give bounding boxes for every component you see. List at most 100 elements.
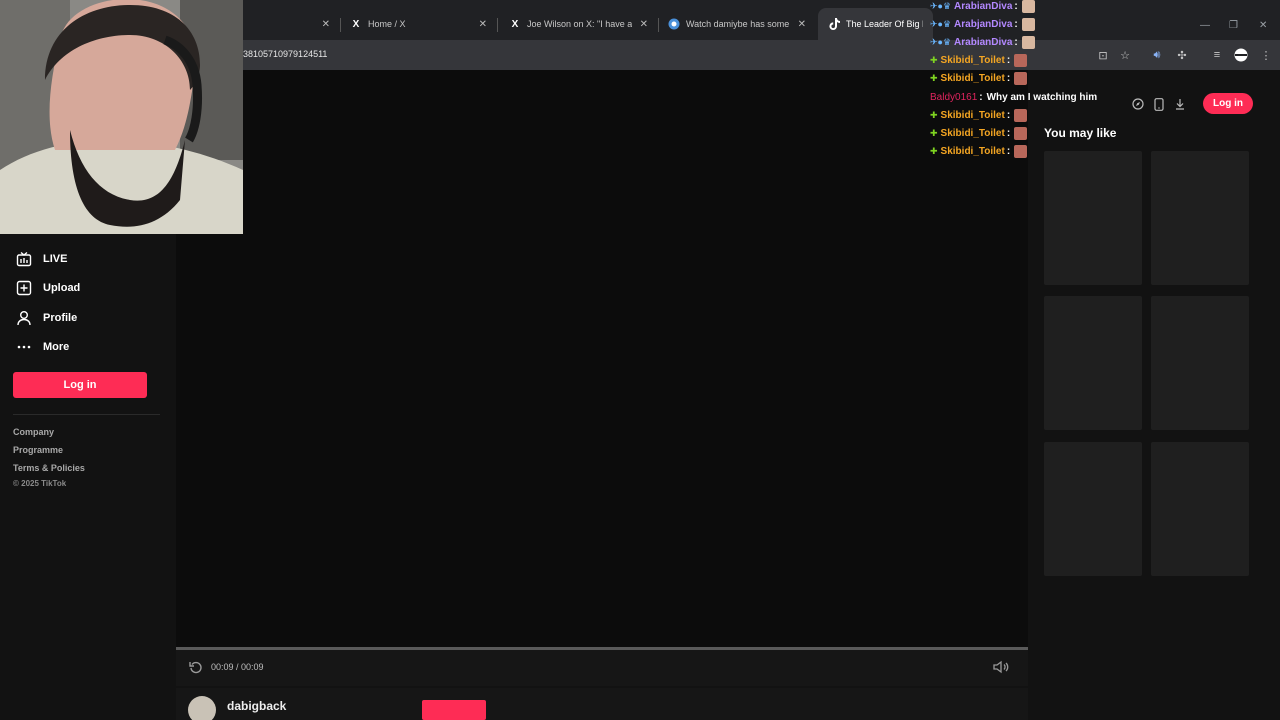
header-login-button[interactable]: Log in (1203, 93, 1253, 114)
chat-badges-icon: ✚ (930, 54, 938, 65)
close-tab-icon[interactable]: ✕ (798, 19, 806, 30)
bookmark-star-icon[interactable]: ☆ (1118, 48, 1132, 62)
tab-title: Home / X (368, 19, 406, 29)
browser-menu-icon[interactable]: ⋮ (1259, 48, 1273, 62)
video-info-bar (176, 688, 1028, 720)
more-dots-icon (17, 345, 31, 349)
sidebar-item-upload[interactable]: Upload (16, 280, 80, 296)
suggested-video-thumbnail[interactable] (1044, 442, 1142, 576)
sidebar-item-label: More (43, 341, 70, 353)
volume-icon[interactable] (993, 660, 1009, 674)
chat-emote-icon (1021, 0, 1035, 13)
person-icon (17, 311, 31, 326)
chat-emote-icon (1021, 35, 1035, 49)
tab-title: The Leader Of Big Backs (846, 19, 923, 29)
browser-tab-1[interactable]: ✕ (243, 8, 340, 40)
install-app-icon[interactable]: ⊡ (1096, 48, 1110, 62)
chat-message: Baldy0161 : Why am I watching him (930, 91, 1098, 103)
footer-link-company[interactable]: Company (13, 427, 54, 437)
suggested-video-thumbnail[interactable] (1044, 296, 1142, 430)
chat-badges-icon: ✚ (930, 109, 938, 120)
chat-message: ✚ Skibidi_Toilet : (930, 70, 1028, 86)
copyright-text: © 2025 TikTok (13, 479, 67, 488)
webcam-overlay (0, 0, 243, 234)
video-time: 00:09 / 00:09 (211, 662, 264, 672)
chat-username: Skibidi_Toilet (940, 54, 1005, 66)
chat-message: ✈●♛ ArabianDiva : (930, 34, 1035, 50)
chat-username: Baldy0161 (930, 91, 978, 103)
chat-username: Skibidi_Toilet (940, 109, 1005, 121)
chat-badges-icon: ✚ (930, 72, 938, 83)
browser-tab-5-active[interactable]: The Leader Of Big Backs (818, 8, 933, 40)
chat-emote-icon (1014, 108, 1028, 122)
you-may-like-heading: You may like (1044, 126, 1117, 140)
stream-favicon-icon (668, 18, 680, 30)
chat-username: ArabjanDiva (954, 18, 1013, 30)
chat-emote-icon (1014, 71, 1028, 85)
video-player[interactable] (176, 70, 1028, 648)
suggested-video-thumbnail[interactable] (1151, 151, 1249, 285)
browser-tab-2[interactable]: X Home / X ✕ (340, 8, 497, 40)
get-app-phone-icon[interactable] (1152, 97, 1166, 111)
chat-username: Skibidi_Toilet (940, 145, 1005, 157)
screen: ✕ X Home / X ✕ X Joe Wilson on X: "I hav… (0, 0, 1280, 720)
x-logo-icon: X (352, 18, 360, 30)
player-controls (176, 650, 1028, 686)
chat-badges-icon: ✈●♛ (930, 0, 952, 11)
creator-username[interactable]: dabigback (227, 699, 286, 713)
creator-avatar[interactable] (188, 696, 216, 720)
chat-badges-icon: ✚ (930, 127, 938, 138)
explore-compass-icon[interactable] (1131, 97, 1145, 111)
sidebar-item-more[interactable]: More (16, 339, 69, 355)
chat-emote-icon (1014, 53, 1028, 67)
suggested-video-thumbnail[interactable] (1044, 151, 1142, 285)
sidebar-item-label: Profile (43, 312, 78, 324)
sidebar-divider (13, 414, 160, 415)
chat-message: ✚ Skibidi_Toilet : (930, 143, 1028, 159)
close-tab-icon[interactable]: ✕ (322, 19, 330, 30)
sidebar-item-profile[interactable]: Profile (16, 310, 77, 326)
close-window-icon[interactable]: ✕ (1259, 20, 1267, 31)
chat-badges-icon: ✈●♛ (930, 18, 952, 29)
tiktok-favicon-icon (828, 18, 840, 30)
chat-username: Skibidi_Toilet (940, 127, 1005, 139)
chat-message: ✚ Skibidi_Toilet : (930, 52, 1028, 68)
footer-link-programme[interactable]: Programme (13, 445, 63, 455)
tab-separator (497, 18, 498, 32)
tab-title: Joe Wilson on X: "I have always (527, 19, 632, 29)
maximize-icon[interactable]: ❐ (1229, 20, 1238, 31)
browser-tab-3[interactable]: X Joe Wilson on X: "I have always ✕ (499, 8, 658, 40)
browser-tab-4[interactable]: Watch damiybe has some word ✕ (658, 8, 816, 40)
upload-plus-icon (16, 280, 32, 296)
close-tab-icon[interactable]: ✕ (479, 19, 487, 30)
chat-emote-icon (1014, 126, 1028, 140)
tab-title: Watch damiybe has some word (686, 19, 790, 29)
extensions-puzzle-icon[interactable]: ✣ (1175, 48, 1189, 62)
chat-username: ArabianDiva (954, 36, 1013, 48)
footer-link-terms[interactable]: Terms & Policies (13, 463, 85, 473)
chat-emote-icon (1021, 17, 1035, 31)
sidebar-item-label: Upload (43, 282, 81, 294)
live-tv-icon (16, 251, 32, 267)
media-audio-icon[interactable]: 🔊︎ (1150, 48, 1164, 62)
minimize-icon[interactable]: — (1200, 20, 1210, 31)
reading-list-icon[interactable]: ≡ (1210, 48, 1224, 62)
sidebar-item-live[interactable]: LIVE (16, 251, 67, 267)
download-icon[interactable] (1173, 97, 1187, 111)
chat-message: ✚ Skibidi_Toilet : (930, 107, 1028, 123)
webcam-feed-image (0, 0, 243, 234)
url-text[interactable]: 38105710979124511 (243, 49, 327, 59)
chat-badges-icon: ✈●♛ (930, 36, 952, 47)
chat-username: ArabianDiva (954, 0, 1013, 12)
chat-emote-icon (1014, 144, 1028, 158)
chat-message: ✈●♛ ArabjanDiva : (930, 16, 1035, 32)
suggested-video-thumbnail[interactable] (1151, 442, 1249, 576)
profile-avatar-icon[interactable] (1234, 48, 1248, 62)
close-tab-icon[interactable]: ✕ (640, 19, 648, 30)
chat-badges-icon: ✚ (930, 145, 938, 156)
sidebar-login-button[interactable]: Log in (13, 372, 147, 398)
follow-button[interactable] (422, 700, 486, 720)
chat-username: Skibidi_Toilet (940, 72, 1005, 84)
replay-icon[interactable] (189, 660, 203, 674)
suggested-video-thumbnail[interactable] (1151, 296, 1249, 430)
